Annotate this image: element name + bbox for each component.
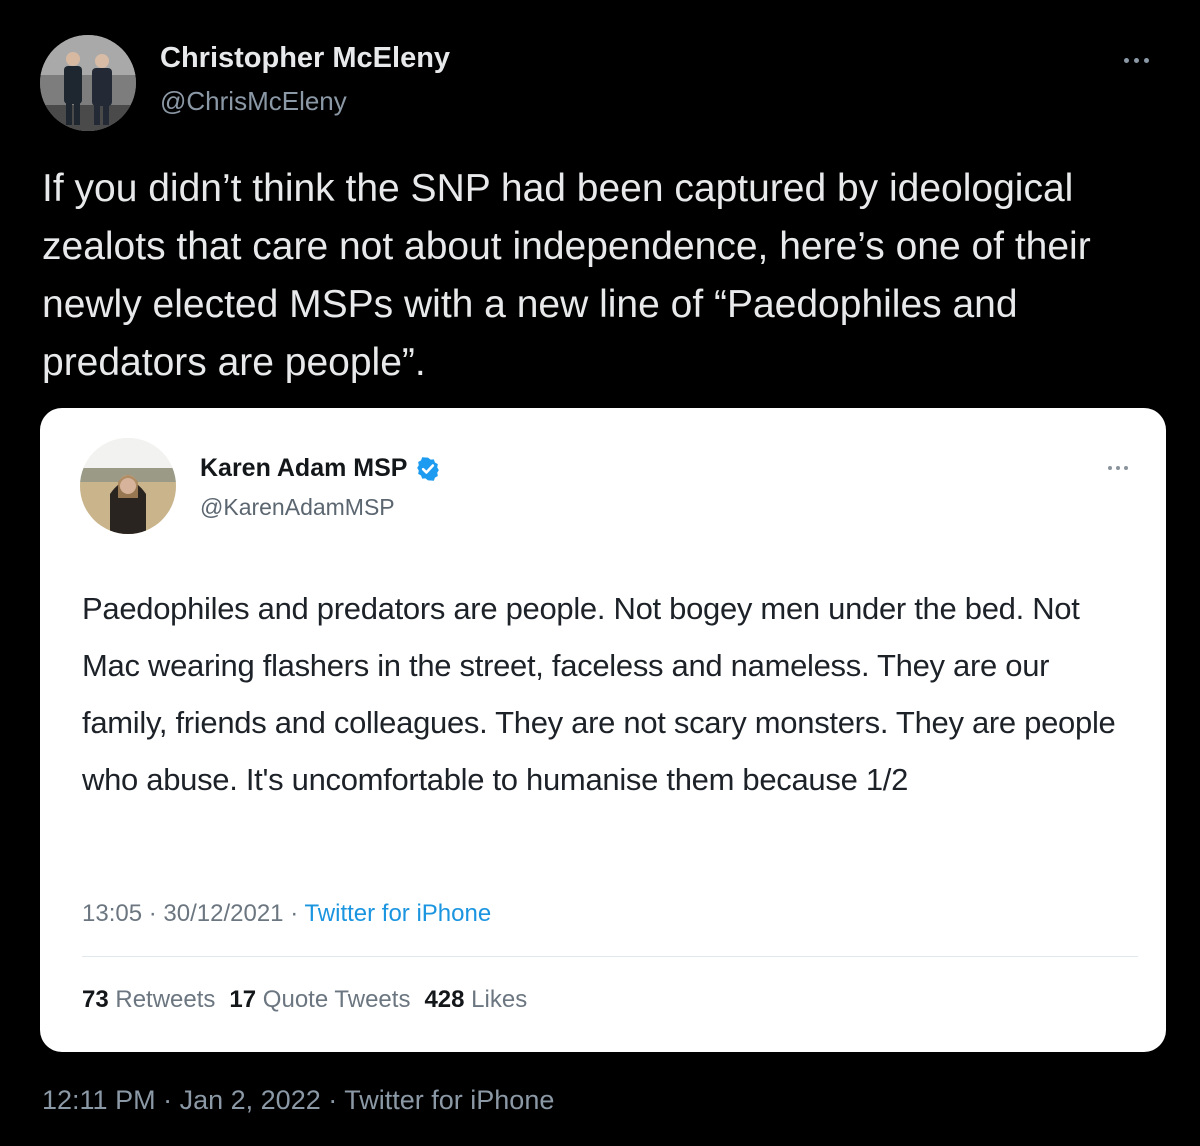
quote-tweets-count: 17 <box>229 986 257 1013</box>
tweet-time[interactable]: 12:11 PM <box>42 1085 156 1115</box>
separator: · <box>328 1085 338 1115</box>
dot <box>1133 57 1139 63</box>
tweet-date[interactable]: Jan 2, 2022 <box>180 1085 321 1115</box>
quoted-avatar-photo <box>80 438 176 534</box>
quoted-author-name: Karen Adam MSP <box>200 454 408 482</box>
separator: · <box>148 900 157 927</box>
quoted-author-handle: @KarenAdamMSP <box>200 494 395 520</box>
more-options-icon[interactable] <box>1106 42 1166 78</box>
tweet: Christopher McEleny @ChrisMcEleny If you… <box>0 0 1200 1146</box>
dot <box>1143 57 1149 63</box>
quoted-time: 13:05 <box>82 900 143 927</box>
separator: · <box>290 900 299 927</box>
verified-badge-icon <box>417 456 440 481</box>
quoted-author-name-row: Karen Adam MSP <box>200 454 441 483</box>
quoted-tweet-stats: 73 Retweets 17 Quote Tweets 428 Likes <box>82 986 527 1014</box>
quoted-more-icon <box>1098 458 1138 478</box>
retweets-count: 73 <box>82 986 109 1013</box>
dot <box>1116 466 1120 470</box>
retweets-stat: 73 Retweets <box>82 986 215 1014</box>
quoted-date: 30/12/2021 <box>163 900 284 927</box>
likes-label: Likes <box>471 986 528 1013</box>
avatar-photo <box>40 35 136 131</box>
dot <box>1123 57 1129 63</box>
dot <box>1124 466 1128 470</box>
separator: · <box>163 1085 173 1115</box>
embedded-tweet-screenshot: Karen Adam MSP @KarenAdamMSP Paedophiles… <box>40 408 1166 1052</box>
likes-count: 428 <box>424 986 465 1013</box>
author-avatar[interactable] <box>40 35 136 131</box>
tweet-source[interactable]: Twitter for iPhone <box>344 1085 554 1115</box>
quoted-tweet-text: Paedophiles and predators are people. No… <box>82 591 1116 797</box>
quote-tweets-stat: 17 Quote Tweets <box>229 986 410 1014</box>
quoted-source: Twitter for iPhone <box>304 900 492 927</box>
author-name[interactable]: Christopher McEleny <box>160 42 450 75</box>
divider <box>82 956 1138 957</box>
likes-stat: 428 Likes <box>424 986 527 1014</box>
retweets-label: Retweets <box>115 986 216 1013</box>
dot <box>1108 466 1112 470</box>
quote-tweets-label: Quote Tweets <box>262 986 411 1013</box>
quoted-tweet-meta: 13:05 · 30/12/2021 · Twitter for iPhone <box>82 900 491 928</box>
quoted-author-avatar <box>80 438 176 534</box>
author-handle[interactable]: @ChrisMcEleny <box>160 86 347 117</box>
tweet-meta: 12:11 PM · Jan 2, 2022 · Twitter for iPh… <box>42 1085 554 1116</box>
tweet-text: If you didn’t think the SNP had been cap… <box>42 167 1091 384</box>
